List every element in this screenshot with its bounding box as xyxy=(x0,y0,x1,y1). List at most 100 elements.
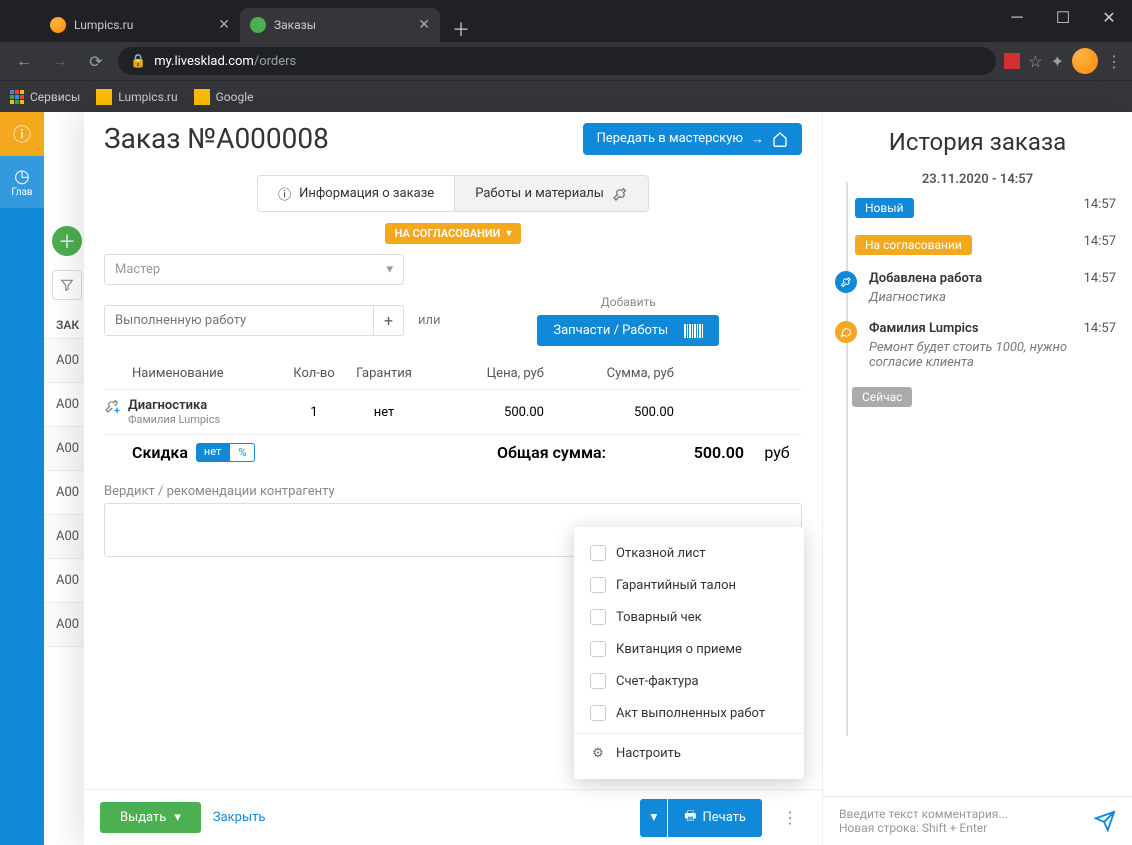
item-sub: Фамилия Lumpics xyxy=(128,413,220,426)
print-menu-item[interactable]: Счет-фактура xyxy=(574,665,804,697)
print-menu-item[interactable]: Товарный чек xyxy=(574,601,804,633)
history-date: 23.11.2020 - 14:57 xyxy=(839,172,1116,187)
issue-button[interactable]: Выдать ▾ xyxy=(100,802,201,833)
segment-tabs: ⓘ Информация о заказе Работы и материалы xyxy=(84,165,822,218)
work-field[interactable] xyxy=(105,306,373,335)
browser-tab[interactable]: Lumpics.ru ✕ xyxy=(40,8,240,42)
checkbox[interactable] xyxy=(590,545,606,561)
checkbox[interactable] xyxy=(590,705,606,721)
barcode-icon xyxy=(684,324,703,338)
tab-title: Lumpics.ru xyxy=(74,18,133,32)
chevron-down-icon: ▾ xyxy=(174,810,181,825)
wrench-icon xyxy=(612,186,628,202)
master-placeholder: Мастер xyxy=(115,262,160,277)
status-label: НА СОГЛАСОВАНИИ xyxy=(395,227,501,240)
window-close[interactable]: ✕ xyxy=(1086,0,1132,34)
print-menu-item[interactable]: Гарантийный талон xyxy=(574,569,804,601)
checkbox[interactable] xyxy=(590,641,606,657)
checkbox[interactable] xyxy=(590,609,606,625)
url-host: my.livesklad.com xyxy=(154,54,254,69)
item-qty: 1 xyxy=(284,405,344,420)
browser-tab[interactable]: Заказы ✕ xyxy=(240,8,440,42)
nav-reload[interactable]: ⟳ xyxy=(82,52,110,71)
history-time: 14:57 xyxy=(1084,234,1116,249)
tab-work[interactable]: Работы и материалы xyxy=(455,175,649,212)
master-select[interactable]: Мастер ▾ xyxy=(104,254,404,285)
close-link[interactable]: Закрыть xyxy=(213,810,266,825)
history-title: История заказа xyxy=(823,112,1132,172)
home-icon xyxy=(772,131,788,147)
tab-info[interactable]: ⓘ Информация о заказе xyxy=(257,175,455,212)
print-button[interactable]: 🖶 Печать xyxy=(668,799,762,837)
history-entry: Добавлена работа Диагностика 14:57 xyxy=(839,271,1116,305)
tab-label: Информация о заказе xyxy=(299,186,434,201)
issue-label: Выдать xyxy=(120,810,166,825)
new-tab-button[interactable]: ＋ xyxy=(440,16,482,42)
sidebar-item-main[interactable]: ◷ Глав xyxy=(0,156,44,208)
bookmarks-bar: Сервисы Lumpics.ru Google xyxy=(0,80,1132,112)
history-panel: История заказа 23.11.2020 - 14:57 Новый … xyxy=(822,112,1132,845)
work-input[interactable]: + xyxy=(104,305,404,336)
add-order-button[interactable]: ＋ xyxy=(52,226,82,256)
discount-toggle[interactable]: нет % xyxy=(196,443,255,462)
send-icon[interactable] xyxy=(1094,810,1116,832)
nav-back[interactable]: ← xyxy=(10,51,38,71)
history-entry: Фамилия Lumpics Ремонт будет стоить 1000… xyxy=(839,321,1116,370)
col-warranty: Гарантия xyxy=(344,366,424,381)
notice-icon[interactable]: ⓘ xyxy=(0,112,44,156)
print-menu-item[interactable]: Квитанция о приеме xyxy=(574,633,804,665)
checkbox[interactable] xyxy=(590,577,606,593)
comment-row: Введите текст комментария... Новая строк… xyxy=(823,796,1132,845)
add-work-btn[interactable]: + xyxy=(373,306,403,335)
browser-tabs: Lumpics.ru ✕ Заказы ✕ ＋ xyxy=(0,0,1132,42)
verdict-label: Вердикт / рекомендации контрагенту xyxy=(104,484,802,499)
print-menu: Отказной лист Гарантийный талон Товарный… xyxy=(574,527,804,779)
checkbox[interactable] xyxy=(590,673,606,689)
window-minimize[interactable]: ─ xyxy=(994,0,1040,34)
url-field[interactable]: 🔒 my.livesklad.com/orders xyxy=(118,47,996,75)
history-event-sub: Ремонт будет стоить 1000, нужно согласие… xyxy=(869,340,1116,370)
print-menu-item[interactable]: Акт выполненных работ xyxy=(574,697,804,729)
bookmark-apps[interactable]: Сервисы xyxy=(10,90,80,104)
profile-avatar[interactable] xyxy=(1072,48,1098,74)
url-path: /orders xyxy=(254,54,296,69)
browser-menu[interactable]: ⋮ xyxy=(1106,52,1122,71)
order-title: Заказ №A000008 xyxy=(104,122,329,155)
close-icon[interactable]: ✕ xyxy=(218,17,230,33)
bookmark-item[interactable]: Google xyxy=(194,89,254,105)
col-qty: Кол-во xyxy=(284,366,344,381)
close-icon[interactable]: ✕ xyxy=(418,17,430,33)
sidebar-item-label: Глав xyxy=(11,187,32,198)
item-sum: 500.00 xyxy=(554,405,684,420)
history-event-title: Фамилия Lumpics xyxy=(869,321,1116,336)
or-label: или xyxy=(418,313,441,328)
extensions-icon[interactable]: ✦ xyxy=(1051,52,1064,71)
filter-button[interactable] xyxy=(52,270,82,300)
more-menu[interactable]: ⋮ xyxy=(774,808,806,827)
item-name: Диагностика xyxy=(128,398,207,413)
items-table: Наименование Кол-во Гарантия Цена, руб С… xyxy=(104,358,802,470)
history-now: Сейчас xyxy=(836,386,1113,407)
nav-forward[interactable]: → xyxy=(46,51,74,71)
print-split-toggle[interactable]: ▾ xyxy=(640,799,667,837)
bookmark-star-icon[interactable]: ☆ xyxy=(1028,52,1042,71)
transfer-button[interactable]: Передать в мастерскую → xyxy=(583,123,802,155)
wrench-add-icon[interactable] xyxy=(104,398,120,414)
print-menu-configure[interactable]: ⚙Настроить xyxy=(574,738,804,769)
table-row[interactable]: Диагностика Фамилия Lumpics 1 нет 500.00… xyxy=(104,389,802,434)
order-modal: Заказ №A000008 Передать в мастерскую → ⓘ… xyxy=(84,112,1132,845)
arrow-right-icon: → xyxy=(751,131,764,147)
bookmark-item[interactable]: Lumpics.ru xyxy=(96,89,177,105)
bookmark-label: Сервисы xyxy=(30,90,80,104)
window-maximize[interactable]: ☐ xyxy=(1040,0,1086,34)
print-menu-item[interactable]: Отказной лист xyxy=(574,537,804,569)
extension-icon[interactable] xyxy=(1004,53,1020,69)
parts-button[interactable]: Запчасти / Работы xyxy=(537,315,719,346)
folder-icon xyxy=(194,89,210,105)
parts-label: Запчасти / Работы xyxy=(553,323,668,338)
now-badge: Сейчас xyxy=(852,387,912,407)
status-dropdown[interactable]: НА СОГЛАСОВАНИИ xyxy=(385,223,522,244)
modal-footer: Выдать ▾ Закрыть ▾ 🖶 Печать ⋮ xyxy=(84,789,822,845)
folder-icon xyxy=(96,89,112,105)
comment-input[interactable]: Введите текст комментария... Новая строк… xyxy=(839,807,1084,835)
